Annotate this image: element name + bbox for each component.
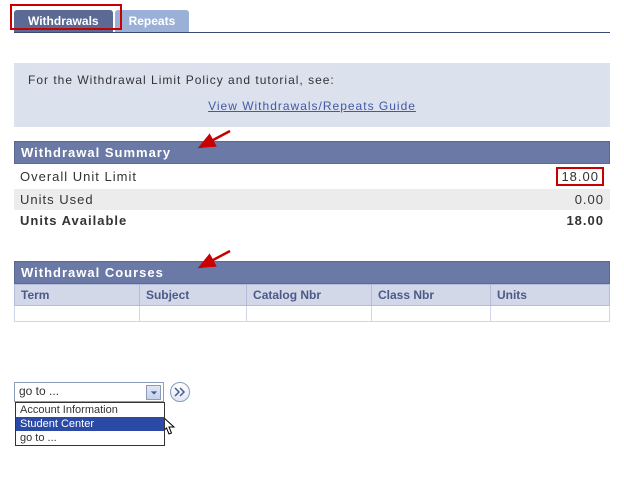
goto-option-goto[interactable]: go to ...: [16, 431, 164, 445]
tab-repeats[interactable]: Repeats: [115, 10, 190, 32]
goto-option-account-info[interactable]: Account Information: [16, 403, 164, 417]
goto-option-student-center[interactable]: Student Center: [16, 417, 164, 431]
summary-row-used: Units Used 0.00: [14, 189, 610, 210]
courses-header: Withdrawal Courses: [14, 261, 610, 284]
summary-label: Overall Unit Limit: [14, 164, 422, 189]
col-term: Term: [15, 285, 140, 306]
summary-value: 18.00: [422, 210, 610, 231]
summary-row-limit: Overall Unit Limit 18.00: [14, 164, 610, 189]
goto-dropdown: Account Information Student Center go to…: [15, 402, 165, 446]
summary-header: Withdrawal Summary: [14, 141, 610, 164]
summary-value-limit: 18.00: [422, 164, 610, 189]
goto-selected-label: go to ...: [19, 384, 59, 398]
goto-select[interactable]: go to ... Account Information Student Ce…: [14, 382, 164, 402]
info-text: For the Withdrawal Limit Policy and tuto…: [28, 73, 596, 87]
go-button[interactable]: [170, 382, 190, 402]
summary-table: Overall Unit Limit 18.00 Units Used 0.00…: [14, 164, 610, 231]
guide-link[interactable]: View Withdrawals/Repeats Guide: [28, 99, 596, 113]
col-catalog: Catalog Nbr: [247, 285, 372, 306]
col-units: Units: [490, 285, 609, 306]
tabs-row: Withdrawals Repeats: [14, 10, 610, 33]
tab-withdrawals[interactable]: Withdrawals: [14, 10, 113, 32]
summary-label: Units Used: [14, 189, 422, 210]
table-row: [15, 306, 610, 322]
courses-table: Term Subject Catalog Nbr Class Nbr Units: [14, 284, 610, 322]
annotation-box-value: 18.00: [556, 167, 604, 186]
courses-header-row: Term Subject Catalog Nbr Class Nbr Units: [15, 285, 610, 306]
chevron-down-icon[interactable]: [146, 385, 161, 400]
bottom-nav: go to ... Account Information Student Ce…: [14, 382, 610, 402]
summary-value: 0.00: [422, 189, 610, 210]
col-classnbr: Class Nbr: [371, 285, 490, 306]
summary-label: Units Available: [14, 210, 422, 231]
summary-row-available: Units Available 18.00: [14, 210, 610, 231]
info-panel: For the Withdrawal Limit Policy and tuto…: [14, 63, 610, 127]
double-chevron-right-icon: [174, 387, 186, 397]
col-subject: Subject: [139, 285, 246, 306]
